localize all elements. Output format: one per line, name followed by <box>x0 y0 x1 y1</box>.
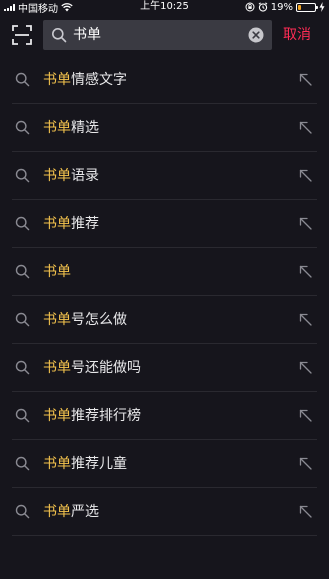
search-icon <box>15 168 30 183</box>
search-icon <box>15 504 30 519</box>
suggestion-highlight: 书单 <box>43 264 71 280</box>
signal-icon <box>4 3 15 11</box>
fill-query-arrow-icon[interactable] <box>299 217 312 230</box>
suggestion-text: 书单精选 <box>43 104 99 152</box>
fill-query-arrow-icon[interactable] <box>299 313 312 326</box>
suggestion-text: 书单推荐排行榜 <box>43 392 141 440</box>
suggestion-text: 书单 <box>43 248 71 296</box>
fill-query-arrow-icon[interactable] <box>299 361 312 374</box>
search-icon <box>15 72 30 87</box>
suggestion-highlight: 书单 <box>43 312 71 328</box>
suggestion-rest: 严选 <box>71 504 99 520</box>
suggestion-text: 书单情感文字 <box>43 56 127 104</box>
suggestion-item[interactable]: 书单推荐 <box>0 200 329 248</box>
suggestion-rest: 语录 <box>71 168 99 184</box>
clear-icon[interactable] <box>248 27 264 43</box>
suggestion-rest: 精选 <box>71 120 99 136</box>
scan-icon[interactable] <box>12 25 32 45</box>
battery-percent: 19% <box>270 1 293 13</box>
suggestion-item[interactable]: 书单推荐儿童 <box>0 440 329 488</box>
suggestion-item[interactable]: 书单精选 <box>0 104 329 152</box>
suggestion-text: 书单推荐 <box>43 200 99 248</box>
search-input[interactable]: 书单 <box>43 20 272 50</box>
fill-query-arrow-icon[interactable] <box>299 457 312 470</box>
suggestion-item[interactable]: 书单严选 <box>0 488 329 536</box>
suggestion-highlight: 书单 <box>43 360 71 376</box>
suggestion-text: 书单推荐儿童 <box>43 440 127 488</box>
battery-fill <box>298 4 301 10</box>
search-icon <box>15 216 30 231</box>
cancel-button[interactable]: 取消 <box>283 20 323 50</box>
orientation-lock-icon <box>245 2 255 12</box>
suggestion-rest: 推荐排行榜 <box>71 408 141 424</box>
search-icon <box>15 264 30 279</box>
search-icon <box>15 456 30 471</box>
suggestion-highlight: 书单 <box>43 216 71 232</box>
fill-query-arrow-icon[interactable] <box>299 409 312 422</box>
battery-icon <box>296 2 318 12</box>
status-right: 19% <box>245 0 325 14</box>
suggestion-rest: 号还能做吗 <box>71 360 141 376</box>
alarm-icon <box>258 2 268 12</box>
suggestion-rest: 推荐儿童 <box>71 456 127 472</box>
fill-query-arrow-icon[interactable] <box>299 121 312 134</box>
suggestion-item[interactable]: 书单 <box>0 248 329 296</box>
suggestion-text: 书单号怎么做 <box>43 296 127 344</box>
suggestion-item[interactable]: 书单号怎么做 <box>0 296 329 344</box>
status-bar: 中国移动 上午10:25 19% <box>0 0 329 15</box>
suggestion-highlight: 书单 <box>43 120 71 136</box>
suggestion-rest: 推荐 <box>71 216 99 232</box>
fill-query-arrow-icon[interactable] <box>299 73 312 86</box>
fill-query-arrow-icon[interactable] <box>299 505 312 518</box>
fill-query-arrow-icon[interactable] <box>299 265 312 278</box>
suggestion-highlight: 书单 <box>43 168 71 184</box>
search-icon <box>52 28 67 43</box>
suggestion-highlight: 书单 <box>43 504 71 520</box>
suggestion-text: 书单语录 <box>43 152 99 200</box>
suggestion-item[interactable]: 书单推荐排行榜 <box>0 392 329 440</box>
fill-query-arrow-icon[interactable] <box>299 169 312 182</box>
wifi-icon <box>61 2 73 11</box>
suggestion-rest: 号怎么做 <box>71 312 127 328</box>
suggestion-text: 书单严选 <box>43 488 99 536</box>
suggestion-highlight: 书单 <box>43 72 71 88</box>
divider <box>12 535 317 536</box>
suggestion-list: 书单情感文字 书单精选 书单语录 书单推荐 书单 书单号怎么做 书单号还能做吗 … <box>0 56 329 536</box>
suggestion-text: 书单号还能做吗 <box>43 344 141 392</box>
search-query[interactable]: 书单 <box>73 20 101 50</box>
search-icon <box>15 360 30 375</box>
search-icon <box>15 120 30 135</box>
search-icon <box>15 408 30 423</box>
status-left: 中国移动 <box>4 0 73 15</box>
suggestion-highlight: 书单 <box>43 408 71 424</box>
suggestion-rest: 情感文字 <box>71 72 127 88</box>
suggestion-item[interactable]: 书单情感文字 <box>0 56 329 104</box>
charging-icon <box>319 2 325 12</box>
search-icon <box>15 312 30 327</box>
carrier-label: 中国移动 <box>18 3 58 15</box>
suggestion-item[interactable]: 书单号还能做吗 <box>0 344 329 392</box>
search-header: 书单 取消 <box>0 16 329 54</box>
suggestion-item[interactable]: 书单语录 <box>0 152 329 200</box>
suggestion-highlight: 书单 <box>43 456 71 472</box>
